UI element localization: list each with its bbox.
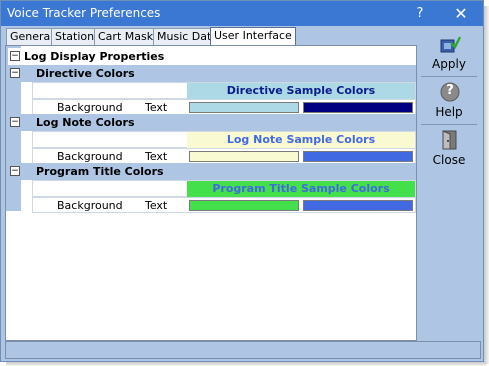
- collapse-toggle-directive[interactable]: −: [10, 68, 20, 78]
- status-bar: [5, 341, 481, 359]
- background-color-swatch[interactable]: [189, 151, 299, 162]
- help-glyph: ?: [446, 83, 454, 98]
- color-row-log-note: Background Text: [32, 148, 416, 164]
- help-label: Help: [435, 105, 463, 119]
- collapse-toggle-program-title[interactable]: −: [10, 166, 20, 176]
- text-label: Text: [145, 150, 168, 163]
- apply-label: Apply: [432, 57, 466, 71]
- text-color-swatch[interactable]: [303, 151, 413, 162]
- background-label: Background: [57, 199, 123, 212]
- tree-root-label: Log Display Properties: [24, 50, 165, 63]
- title-bar: Voice Tracker Preferences ? ✕: [1, 1, 483, 26]
- close-door-icon: [439, 130, 461, 150]
- group-label-program-title: Program Title Colors: [36, 165, 164, 178]
- apply-icon: [439, 34, 462, 54]
- text-label: Text: [145, 101, 168, 114]
- tree-root-row: − Log Display Properties: [8, 48, 416, 65]
- action-sidebar: Apply ? Help Close: [417, 28, 481, 341]
- sample-cell-program-title: Program Title Sample Colors: [32, 180, 416, 197]
- color-row-directive: Background Text: [32, 99, 416, 115]
- titlebar-close-button[interactable]: ✕: [446, 1, 476, 26]
- background-color-swatch[interactable]: [189, 102, 299, 113]
- help-button[interactable]: ? Help: [417, 78, 481, 123]
- close-label: Close: [432, 153, 466, 167]
- text-color-swatch[interactable]: [303, 200, 413, 211]
- close-button[interactable]: Close: [417, 126, 481, 171]
- background-color-swatch[interactable]: [189, 200, 299, 211]
- sample-directive: Directive Sample Colors: [187, 83, 415, 99]
- collapse-toggle-root[interactable]: −: [10, 51, 20, 61]
- sample-cell-log-note: Log Note Sample Colors: [32, 131, 416, 148]
- collapse-toggle-log-note[interactable]: −: [10, 117, 20, 127]
- group-header-log-note: − Log Note Colors: [8, 114, 416, 131]
- sample-program-title: Program Title Sample Colors: [187, 181, 415, 197]
- sample-cell-directive: Directive Sample Colors: [32, 82, 416, 99]
- text-label: Text: [145, 199, 168, 212]
- window-title: Voice Tracker Preferences: [7, 6, 161, 20]
- property-tree: − Log Display Properties − Directive Col…: [5, 45, 417, 341]
- preferences-window: Voice Tracker Preferences ? ✕ General St…: [0, 0, 484, 362]
- separator: [421, 124, 477, 125]
- group-header-program-title: − Program Title Colors: [8, 163, 416, 180]
- group-label-log-note: Log Note Colors: [36, 116, 135, 129]
- color-row-program-title: Background Text: [32, 197, 416, 213]
- sample-log-note: Log Note Sample Colors: [187, 132, 415, 148]
- titlebar-help-button[interactable]: ?: [405, 1, 435, 26]
- group-header-directive: − Directive Colors: [8, 65, 416, 82]
- background-label: Background: [57, 101, 123, 114]
- text-color-swatch[interactable]: [303, 102, 413, 113]
- separator: [421, 76, 477, 77]
- window-shadow-bottom: [6, 362, 486, 366]
- group-label-directive: Directive Colors: [36, 67, 135, 80]
- background-label: Background: [57, 150, 123, 163]
- apply-button[interactable]: Apply: [417, 30, 481, 75]
- window-shadow-right: [484, 6, 489, 364]
- tab-user-interface[interactable]: User Interface: [210, 27, 296, 46]
- tab-general[interactable]: General: [6, 28, 58, 45]
